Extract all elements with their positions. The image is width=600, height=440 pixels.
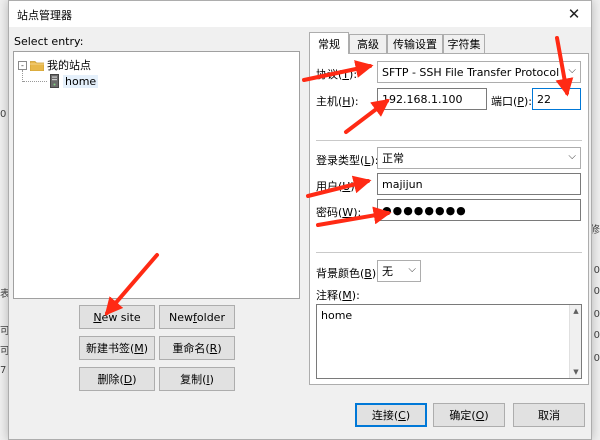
label-part: 复制( xyxy=(180,373,207,386)
chevron-down-icon: ⌵ xyxy=(568,151,576,162)
host-label: 主机(H): xyxy=(316,95,359,108)
comments-textarea[interactable]: home ▲ ▼ xyxy=(316,304,582,379)
label-part: older xyxy=(196,310,225,324)
background-color-label: 背景颜色(B) xyxy=(316,267,377,280)
protocol-label: 协议(T): xyxy=(316,68,358,81)
copy-button[interactable]: 复制(I) xyxy=(159,367,235,391)
connect-button[interactable]: 连接(C) xyxy=(355,403,427,427)
label-part: 连接( xyxy=(371,409,399,422)
tree-item-home[interactable]: home xyxy=(50,73,99,89)
scroll-down-icon[interactable]: ▼ xyxy=(570,366,582,378)
label-part: 重命名( xyxy=(172,342,210,355)
site-tree[interactable]: - 我的站点 home xyxy=(13,51,300,299)
collapse-toggle[interactable]: - xyxy=(18,60,27,70)
logon-type-select[interactable]: 正常 ⌵ xyxy=(377,147,581,169)
server-icon xyxy=(50,74,59,88)
logon-type-label: 登录类型(L): xyxy=(316,154,379,167)
host-input[interactable]: 192.168.1.100 xyxy=(377,88,487,110)
cancel-button[interactable]: 取消 xyxy=(513,403,585,427)
tree-item-my-sites[interactable]: - 我的站点 xyxy=(18,57,91,73)
label-part: ew site xyxy=(101,310,141,324)
label-part: ) xyxy=(209,372,214,386)
background-window-right-edge: 修 0 0 0 0 0 xyxy=(590,0,600,440)
label-part: 删除( xyxy=(97,373,124,386)
tree-item-label: 我的站点 xyxy=(47,59,91,72)
logon-type-value: 正常 xyxy=(382,152,404,165)
background-glyph: 0 xyxy=(593,286,600,297)
accelerator-key: D xyxy=(123,372,133,386)
port-input[interactable]: 22 xyxy=(532,88,581,110)
select-entry-label: Select entry: xyxy=(14,35,84,48)
user-input[interactable]: majijun xyxy=(377,173,581,195)
background-color-value: 无 xyxy=(382,265,393,278)
divider xyxy=(316,252,582,253)
delete-button[interactable]: 删除(D) xyxy=(79,367,155,391)
site-manager-dialog: 站点管理器 ✕ Select entry: - 我的站点 home N ew s… xyxy=(8,0,592,440)
user-value: majijun xyxy=(382,177,423,191)
host-value: 192.168.1.100 xyxy=(382,92,463,106)
tree-item-label: home xyxy=(63,74,99,88)
chevron-down-icon: ⌵ xyxy=(408,264,416,275)
tab-transfer-settings[interactable]: 传输设置 xyxy=(387,34,443,53)
user-label: 用户(U): xyxy=(316,180,359,193)
new-site-button[interactable]: New site xyxy=(79,305,155,329)
scroll-up-icon[interactable]: ▲ xyxy=(570,305,582,317)
chevron-down-icon: ⌵ xyxy=(568,65,576,76)
label-part: 新建书签( xyxy=(85,342,135,355)
background-glyph: 0 xyxy=(593,309,600,320)
password-input[interactable]: ●●●●●●●● xyxy=(377,199,581,221)
close-button[interactable]: ✕ xyxy=(557,1,591,27)
ok-button[interactable]: 确定(O) xyxy=(433,403,505,427)
password-label: 密码(W): xyxy=(316,206,362,219)
background-glyph: 0 xyxy=(593,265,600,276)
label-part: ) xyxy=(217,341,222,355)
accelerator-key: R xyxy=(209,341,218,355)
label-part: 取消 xyxy=(538,409,560,422)
tab-charset[interactable]: 字符集 xyxy=(443,34,485,53)
tab-advanced[interactable]: 高级 xyxy=(349,34,387,53)
accelerator-key: O xyxy=(475,408,485,422)
vertical-scrollbar[interactable]: ▲ ▼ xyxy=(569,305,581,378)
rename-button[interactable]: 重命名(R) xyxy=(159,336,235,360)
title-bar: 站点管理器 ✕ xyxy=(9,1,591,27)
background-glyph: 0 xyxy=(593,330,600,341)
tab-label: 字符集 xyxy=(447,38,481,51)
label-part: ) xyxy=(405,408,411,422)
tab-label: 传输设置 xyxy=(393,38,437,51)
new-folder-button[interactable]: New f older xyxy=(159,305,235,329)
comments-value: home xyxy=(321,309,353,322)
general-tab-panel: 协议(T): SFTP - SSH File Transfer Protocol… xyxy=(309,53,589,385)
close-icon: ✕ xyxy=(567,5,581,23)
label-part: ) xyxy=(484,408,489,422)
divider xyxy=(316,140,582,141)
tab-label: 高级 xyxy=(357,38,379,51)
accelerator-key: C xyxy=(398,408,406,422)
label-part: ) xyxy=(132,372,137,386)
port-label: 端口(P): xyxy=(491,95,532,108)
label-part: New xyxy=(169,310,194,324)
background-glyph: 7 xyxy=(0,365,7,376)
label-part: ) xyxy=(143,341,149,355)
accelerator-key: M xyxy=(134,341,144,355)
dialog-title: 站点管理器 xyxy=(17,9,72,22)
protocol-value: SFTP - SSH File Transfer Protocol xyxy=(382,65,560,79)
protocol-select[interactable]: SFTP - SSH File Transfer Protocol ⌵ xyxy=(377,61,581,83)
new-bookmark-button[interactable]: 新建书签(M) xyxy=(79,336,155,360)
tree-connector xyxy=(23,81,47,82)
comments-label: 注释(M): xyxy=(316,289,360,302)
background-glyph: 0 xyxy=(0,109,7,120)
tab-label: 常规 xyxy=(318,37,340,51)
tab-general[interactable]: 常规 xyxy=(309,32,349,54)
background-glyph: 0 xyxy=(593,353,600,364)
accelerator-key: N xyxy=(93,310,102,324)
label-part: 确定( xyxy=(449,409,476,422)
folder-icon xyxy=(30,60,44,71)
password-value: ●●●●●●●● xyxy=(382,203,467,217)
port-value: 22 xyxy=(537,92,551,106)
background-color-select[interactable]: 无 ⌵ xyxy=(377,260,421,282)
